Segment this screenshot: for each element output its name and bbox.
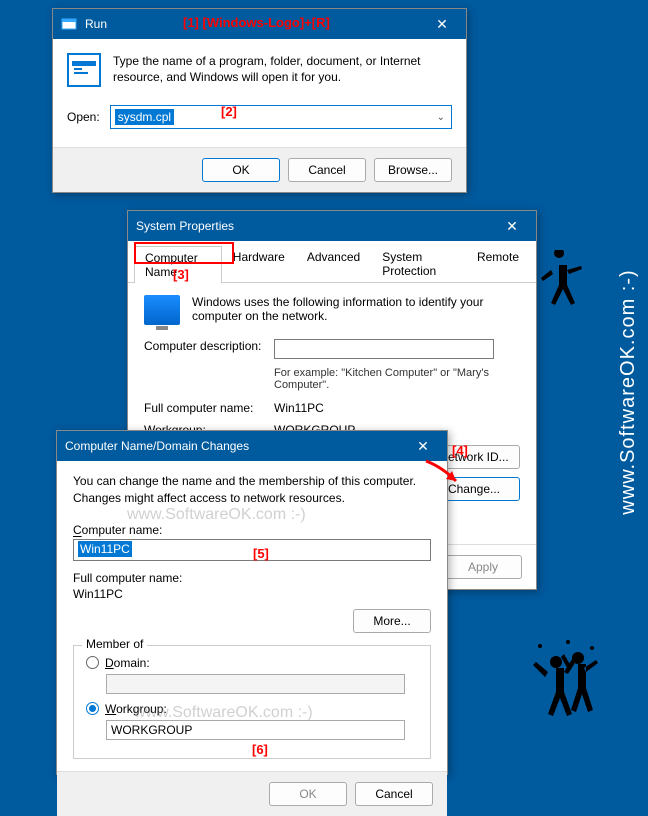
annotation-6: [6]: [252, 742, 268, 757]
namechange-description: You can change the name and the membersh…: [73, 473, 431, 507]
domain-input: [106, 674, 405, 694]
computer-name-value: Win11PC: [78, 541, 132, 557]
member-of-legend: Member of: [82, 637, 147, 651]
fullname-value: Win11PC: [73, 587, 431, 601]
run-icon: [61, 16, 77, 32]
browse-button[interactable]: Browse...: [374, 158, 452, 182]
silhouette-icon: [528, 640, 608, 754]
sysprop-title: System Properties: [136, 219, 492, 233]
run-title: Run: [85, 17, 422, 31]
workgroup-input[interactable]: [106, 720, 405, 740]
description-input[interactable]: [274, 339, 494, 359]
workgroup-radio-row[interactable]: Workgroup:: [86, 702, 418, 716]
sysprop-info-text: Windows uses the following information t…: [192, 295, 520, 323]
sysprop-titlebar: System Properties ✕: [128, 211, 536, 241]
ok-button[interactable]: OK: [202, 158, 280, 182]
tab-hardware[interactable]: Hardware: [222, 245, 296, 282]
fullname-value: Win11PC: [274, 401, 520, 415]
open-label: Open:: [67, 110, 100, 124]
fullname-label: Full computer name:: [73, 571, 431, 585]
fullname-label: Full computer name:: [144, 401, 274, 415]
silhouette-icon: [539, 250, 593, 333]
watermark-side: www.SoftwareOK.com :-): [617, 269, 640, 514]
namechange-titlebar: Computer Name/Domain Changes ✕: [57, 431, 447, 461]
chevron-down-icon[interactable]: ⌄: [437, 112, 445, 123]
namechange-title: Computer Name/Domain Changes: [65, 439, 403, 453]
computer-name-label: Computer name:: [73, 523, 431, 537]
tab-remote[interactable]: Remote: [466, 245, 530, 282]
cancel-button[interactable]: Cancel: [288, 158, 366, 182]
tabs: Computer Name Hardware Advanced System P…: [128, 245, 536, 283]
run-titlebar: Run ✕: [53, 9, 466, 39]
run-dialog: Run ✕ [1] [Windows-Logo]+[R] Type the na…: [52, 8, 467, 193]
tab-system-protection[interactable]: System Protection: [371, 245, 466, 282]
tab-computer-name[interactable]: Computer Name: [134, 246, 222, 283]
run-large-icon: [67, 53, 101, 87]
apply-button[interactable]: Apply: [444, 555, 522, 579]
close-icon[interactable]: ✕: [403, 432, 443, 460]
open-combobox[interactable]: sysdm.cpl ⌄: [110, 105, 452, 129]
description-label: Computer description:: [144, 339, 274, 359]
close-icon[interactable]: ✕: [422, 10, 462, 38]
name-change-dialog: Computer Name/Domain Changes ✕ You can c…: [56, 430, 448, 775]
workgroup-radio[interactable]: [86, 702, 99, 715]
run-description: Type the name of a program, folder, docu…: [113, 53, 452, 87]
domain-label: Domain:: [105, 656, 150, 670]
member-of-fieldset: Member of Domain: www.SoftwareOK.com :-)…: [73, 645, 431, 759]
workgroup-label: Workgroup:: [105, 702, 167, 716]
computer-name-input[interactable]: Win11PC: [73, 539, 431, 561]
domain-radio[interactable]: [86, 656, 99, 669]
ok-button[interactable]: OK: [269, 782, 347, 806]
domain-radio-row[interactable]: Domain:: [86, 656, 418, 670]
tab-advanced[interactable]: Advanced: [296, 245, 371, 282]
open-value: sysdm.cpl: [115, 109, 174, 125]
cancel-button[interactable]: Cancel: [355, 782, 433, 806]
watermark-inline: www.SoftwareOK.com :-): [127, 506, 306, 524]
more-button[interactable]: More...: [353, 609, 431, 633]
example-text: For example: "Kitchen Computer" or "Mary…: [274, 367, 520, 391]
monitor-icon: [144, 295, 180, 325]
close-icon[interactable]: ✕: [492, 212, 532, 240]
